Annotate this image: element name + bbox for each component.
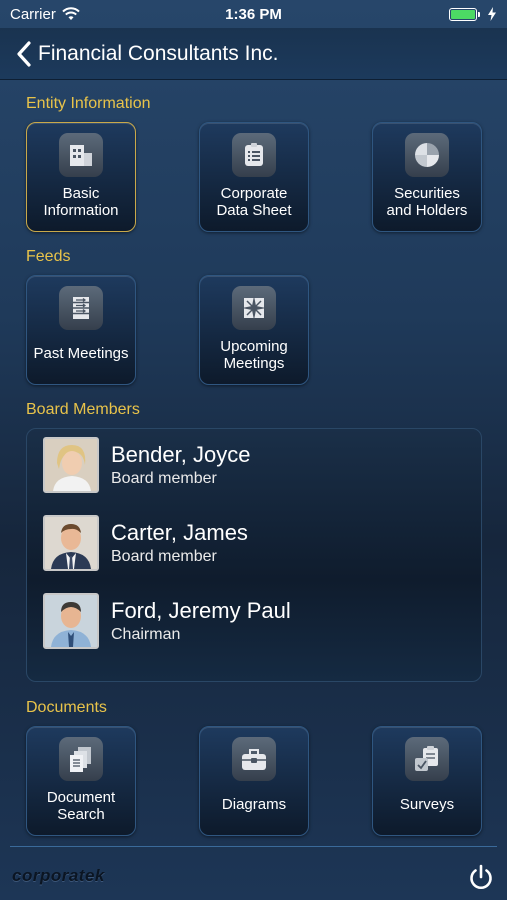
member-text: Bender, Joyce Board member xyxy=(111,442,250,488)
tile-label: Document Search xyxy=(46,789,116,823)
tile-document-search[interactable]: Document Search xyxy=(26,726,136,836)
building-icon xyxy=(59,133,103,177)
list-item[interactable]: Bender, Joyce Board member xyxy=(43,435,463,495)
tile-past-meetings[interactable]: Past Meetings xyxy=(26,275,136,385)
navigation-bar: Financial Consultants Inc. xyxy=(0,28,507,80)
list-item[interactable]: Carter, James Board member xyxy=(43,513,463,573)
section-title-feeds: Feeds xyxy=(26,248,71,265)
clipboard-icon xyxy=(405,737,449,781)
compass-star-icon xyxy=(232,286,276,330)
pie-chart-icon xyxy=(405,133,449,177)
tile-label: Upcoming Meetings xyxy=(220,338,288,372)
tile-label: Corporate Data Sheet xyxy=(216,185,292,219)
data-sheet-icon xyxy=(232,133,276,177)
section-title-documents: Documents xyxy=(26,699,107,716)
tile-label: Securities and Holders xyxy=(386,185,468,219)
section-title-entity-information: Entity Information xyxy=(26,95,151,112)
footer-divider xyxy=(10,846,497,847)
page-title: Financial Consultants Inc. xyxy=(38,41,279,65)
tile-label: Basic Information xyxy=(43,185,119,219)
member-role: Board member xyxy=(111,470,217,487)
power-icon[interactable] xyxy=(466,862,496,892)
brand-logo: corporatek xyxy=(12,866,105,885)
tile-basic-information[interactable]: Basic Information xyxy=(26,122,136,232)
member-text: Carter, James Board member xyxy=(111,520,248,566)
tile-label: Surveys xyxy=(399,796,455,813)
member-role: Chairman xyxy=(111,626,181,643)
member-name: Ford, Jeremy Paul xyxy=(111,598,291,623)
board-members-list: Bender, Joyce Board member Carter, James… xyxy=(26,428,482,682)
member-name: Bender, Joyce xyxy=(111,442,251,467)
tile-upcoming-meetings[interactable]: Upcoming Meetings xyxy=(199,275,309,385)
tile-corporate-data-sheet[interactable]: Corporate Data Sheet xyxy=(199,122,309,232)
avatar xyxy=(43,437,99,493)
status-time: 1:36 PM xyxy=(225,5,282,23)
toolbox-icon xyxy=(232,737,276,781)
tile-securities-and-holders[interactable]: Securities and Holders xyxy=(372,122,482,232)
documents-icon xyxy=(59,737,103,781)
battery-icon xyxy=(449,7,480,21)
member-name: Carter, James xyxy=(111,520,248,545)
status-bar: Carrier 1:36 PM xyxy=(0,0,507,28)
list-arrows-icon xyxy=(59,286,103,330)
tile-label: Past Meetings xyxy=(33,345,129,362)
tile-diagrams[interactable]: Diagrams xyxy=(199,726,309,836)
list-item[interactable]: Ford, Jeremy Paul Chairman xyxy=(43,591,463,651)
avatar xyxy=(43,593,99,649)
member-role: Board member xyxy=(111,548,217,565)
back-chevron-icon[interactable] xyxy=(14,40,34,67)
tile-surveys[interactable]: Surveys xyxy=(372,726,482,836)
avatar xyxy=(43,515,99,571)
section-title-board-members: Board Members xyxy=(26,401,140,418)
member-text: Ford, Jeremy Paul Chairman xyxy=(111,598,291,644)
tile-label: Diagrams xyxy=(221,796,287,813)
